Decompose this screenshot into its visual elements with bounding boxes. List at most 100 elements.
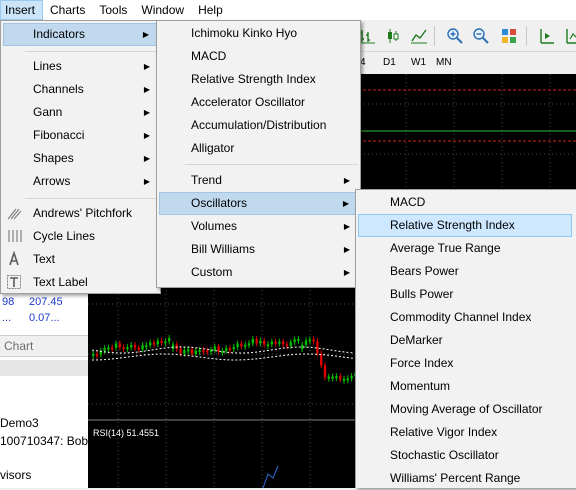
market-watch-rows: 98 207.45 ... 0.07... xyxy=(0,296,88,328)
menu-item-oscillators[interactable]: Oscillators ▶ xyxy=(159,192,358,215)
candle-body xyxy=(259,340,262,344)
menu-item-osc-atr[interactable]: Average True Range xyxy=(358,237,575,260)
candle-body xyxy=(179,348,182,354)
menu-tools[interactable]: Tools xyxy=(92,0,134,20)
menu-item-alligator[interactable]: Alligator xyxy=(159,137,358,160)
menu-bar: Insert Charts Tools Window Help xyxy=(0,0,576,20)
menu-item-osc-rvi[interactable]: Relative Vigor Index xyxy=(358,421,575,444)
menu-item-shapes[interactable]: Shapes ▶ xyxy=(3,147,158,170)
menu-insert[interactable]: Insert xyxy=(0,0,44,20)
candle-body xyxy=(316,341,319,354)
candle-body xyxy=(168,338,171,342)
timeframe-mn[interactable]: MN xyxy=(436,57,452,68)
timeframe-bar: 4 D1 W1 MN xyxy=(350,53,576,73)
menu-item-trend[interactable]: Trend ▶ xyxy=(159,169,358,192)
oscillators-submenu: MACD Relative Strength Index Average Tru… xyxy=(355,189,576,488)
menu-item-osc-bears-power[interactable]: Bears Power xyxy=(358,260,575,283)
market-watch-tabs: Chart xyxy=(0,335,88,357)
candle-body xyxy=(111,347,114,350)
candle-body xyxy=(236,343,239,348)
menu-item-osc-force-index[interactable]: Force Index xyxy=(358,352,575,375)
submenu-arrow-icon: ▶ xyxy=(343,176,350,185)
menu-item-osc-demarker[interactable]: DeMarker xyxy=(358,329,575,352)
menu-item-macd[interactable]: MACD xyxy=(159,45,358,68)
menu-item-fibonacci[interactable]: Fibonacci ▶ xyxy=(3,124,158,147)
candle-body xyxy=(278,341,281,344)
text-label-icon xyxy=(7,275,21,289)
submenu-arrow-icon: ▶ xyxy=(143,177,150,186)
text-icon xyxy=(9,251,19,266)
menu-item-text[interactable]: Text xyxy=(3,248,158,271)
candle-body xyxy=(194,350,197,354)
menu-item-andrews-pitchfork[interactable]: Andrews' Pitchfork xyxy=(3,202,158,225)
candle-body xyxy=(145,345,148,348)
candle-body xyxy=(312,339,315,342)
menu-item-custom[interactable]: Custom ▶ xyxy=(159,261,358,284)
menu-item-osc-rsi[interactable]: Relative Strength Index xyxy=(358,214,572,237)
candle-body xyxy=(285,344,289,347)
candle-body xyxy=(130,345,133,348)
zoom-out-icon[interactable] xyxy=(470,25,492,47)
candle-body xyxy=(225,348,228,351)
candle-body xyxy=(240,343,243,347)
menu-item-arrows[interactable]: Arrows ▶ xyxy=(3,170,158,193)
timeframe-d1[interactable]: D1 xyxy=(383,57,396,68)
menu-item-accumulation-distribution[interactable]: Accumulation/Distribution xyxy=(159,114,358,137)
menu-charts[interactable]: Charts xyxy=(43,0,92,20)
menu-item-osc-stochastic[interactable]: Stochastic Oscillator xyxy=(358,444,575,467)
menu-item-cycle-lines[interactable]: Cycle Lines xyxy=(3,225,158,248)
menu-item-ichimoku[interactable]: Ichimoku Kinko Hyo xyxy=(159,22,358,45)
chart-shift-icon[interactable] xyxy=(562,25,576,47)
menu-window[interactable]: Window xyxy=(134,0,191,20)
tab-chart[interactable]: Chart xyxy=(4,339,33,353)
timeframe-w1[interactable]: W1 xyxy=(411,57,426,68)
zoom-in-icon[interactable] xyxy=(444,25,466,47)
submenu-arrow-icon: ▶ xyxy=(342,199,349,208)
market-watch-value: 207.45 xyxy=(29,296,63,308)
candlestick-chart-icon[interactable] xyxy=(382,25,404,47)
candle-body xyxy=(190,349,194,354)
menu-item-lines[interactable]: Lines ▶ xyxy=(3,55,158,78)
menu-item-osc-cci[interactable]: Commodity Channel Index xyxy=(358,306,575,329)
navigator-account[interactable]: Demo3 xyxy=(0,416,39,430)
menu-item-text-label[interactable]: Text Label xyxy=(3,271,158,294)
line-chart-icon[interactable] xyxy=(408,25,430,47)
candle-body xyxy=(247,343,251,346)
menu-item-rsi[interactable]: Relative Strength Index xyxy=(159,68,358,91)
auto-scroll-icon[interactable] xyxy=(536,25,558,47)
candle-body xyxy=(289,342,292,346)
menu-item-accelerator-oscillator[interactable]: Accelerator Oscillator xyxy=(159,91,358,114)
candle-body xyxy=(213,346,216,350)
menu-item-indicators[interactable]: Indicators ▶ xyxy=(3,23,158,46)
candle-body xyxy=(198,349,201,352)
candle-body xyxy=(92,353,95,356)
candle-body xyxy=(282,341,285,345)
candle-body xyxy=(232,347,235,350)
menu-item-channels[interactable]: Channels ▶ xyxy=(3,78,158,101)
menu-item-gann[interactable]: Gann ▶ xyxy=(3,101,158,124)
candle-body xyxy=(244,344,247,347)
menu-item-bill-williams[interactable]: Bill Williams ▶ xyxy=(159,238,358,261)
cycle-lines-icon xyxy=(8,230,22,242)
candle-body xyxy=(103,348,106,351)
menu-item-osc-momentum[interactable]: Momentum xyxy=(358,375,575,398)
navigator-header xyxy=(0,360,88,376)
navigator-account-number[interactable]: 100710347: Bob xyxy=(0,434,88,448)
candle-body xyxy=(350,375,353,379)
pitchfork-icon xyxy=(7,208,22,220)
candle-body xyxy=(304,340,308,345)
menu-item-osc-bulls-power[interactable]: Bulls Power xyxy=(358,283,575,306)
navigator-expert-advisors[interactable]: visors xyxy=(0,468,31,482)
rsi-line xyxy=(262,465,279,488)
menu-item-osc-williams[interactable]: Williams' Percent Range xyxy=(358,467,575,490)
menu-item-osc-osma[interactable]: Moving Average of Oscillator xyxy=(358,398,575,421)
menu-help[interactable]: Help xyxy=(191,0,230,20)
menu-item-volumes[interactable]: Volumes ▶ xyxy=(159,215,358,238)
candle-body xyxy=(171,344,175,349)
tile-windows-icon[interactable] xyxy=(498,25,520,47)
menu-item-osc-macd[interactable]: MACD xyxy=(358,191,575,214)
candle-body xyxy=(152,342,156,345)
submenu-arrow-icon: ▶ xyxy=(143,154,150,163)
market-watch-value: ... xyxy=(2,312,12,324)
candle-body xyxy=(297,338,300,341)
